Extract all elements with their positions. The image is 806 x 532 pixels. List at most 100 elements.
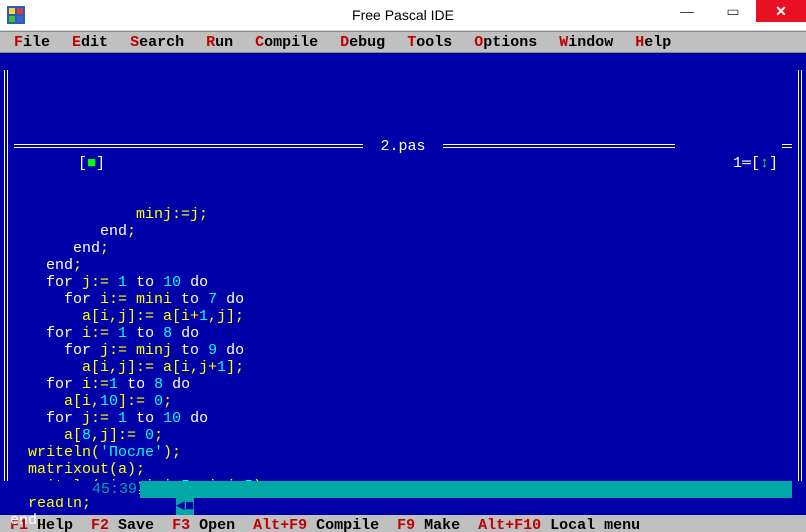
menu-label-rest: ile (23, 34, 50, 51)
menu-label-rest: elp (644, 34, 671, 51)
code-token: 1 (118, 274, 127, 291)
code-token: do (190, 410, 208, 427)
code-line[interactable]: end; (10, 223, 806, 240)
code-line[interactable]: matrixout(a); (10, 461, 806, 478)
maximize-button[interactable]: ▭ (710, 0, 756, 22)
menu-item-edit[interactable]: Edit (72, 34, 108, 51)
code-token: end (46, 257, 73, 274)
menu-item-window[interactable]: Window (559, 34, 613, 51)
code-token: 0 (145, 427, 154, 444)
menu-hotkey: C (255, 34, 264, 51)
window-controls: — ▭ ✕ (664, 0, 806, 30)
cursor-position: 45:39 (72, 481, 137, 498)
menu-hotkey: S (130, 34, 139, 51)
code-token (199, 291, 208, 308)
menu-item-options[interactable]: Options (474, 34, 537, 51)
menu-bar: File Edit Search Run Compile Debug Tools Option… (0, 31, 806, 53)
code-token: do (172, 376, 190, 393)
menu-item-file[interactable]: File (14, 34, 50, 51)
code-token (127, 274, 136, 291)
code-token: minj:=j; (136, 206, 208, 223)
menu-label-rest: earch (139, 34, 184, 51)
code-line[interactable]: a[i,j]:= a[i,j+1]; (10, 359, 806, 376)
code-token: 8 (163, 325, 172, 342)
code-line[interactable]: minj:=j; (10, 206, 806, 223)
code-token: ; (127, 223, 136, 240)
code-token (10, 325, 46, 342)
scroll-thumb[interactable]: ■ (185, 498, 194, 515)
horizontal-scrollbar[interactable]: ◄■ (140, 481, 792, 498)
code-token: for (64, 342, 91, 359)
editor-frame-top: [■] 2.pas 1═[↕] (0, 138, 806, 155)
code-token: ,j]; (208, 308, 244, 325)
menu-item-run[interactable]: Run (206, 34, 233, 51)
code-line[interactable]: a[i,j]:= a[i+1,j]; (10, 308, 806, 325)
window-titlebar: Free Pascal IDE — ▭ ✕ (0, 0, 806, 31)
code-token: . (37, 512, 46, 529)
code-token: 10 (163, 274, 181, 291)
code-token (163, 376, 172, 393)
code-token: i:= mini (91, 291, 181, 308)
code-token: to (136, 410, 154, 427)
menu-item-help[interactable]: Help (635, 34, 671, 51)
code-line[interactable]: writeln('После'); (10, 444, 806, 461)
code-token (127, 325, 136, 342)
minimize-button[interactable]: — (664, 0, 710, 22)
bracket-r: ] (96, 155, 105, 172)
code-line[interactable]: a[i,10]:= 0; (10, 393, 806, 410)
code-token (10, 291, 64, 308)
code-token: 1 (217, 359, 226, 376)
code-token: for (46, 376, 73, 393)
menu-hotkey: F (14, 34, 23, 51)
code-line[interactable]: for j:= minj to 9 do (10, 342, 806, 359)
bracket-l: [ (78, 155, 87, 172)
resize-icon: ↕ (760, 155, 769, 172)
editor-window: [■] 2.pas 1═[↕] minj:=j; end; end; end; … (0, 53, 806, 515)
menu-item-compile[interactable]: Compile (255, 34, 318, 51)
code-token: 10 (163, 410, 181, 427)
code-token: i:= (73, 325, 118, 342)
close-button[interactable]: ✕ (756, 0, 806, 22)
code-line[interactable]: for j:= 1 to 10 do (10, 274, 806, 291)
code-token: a[i,j]:= a[i+ (10, 308, 199, 325)
code-line[interactable]: end; (10, 257, 806, 274)
menu-label-rest: ebug (349, 34, 385, 51)
code-token: do (226, 342, 244, 359)
menu-label-rest: ompile (264, 34, 318, 51)
code-line[interactable]: end. (10, 512, 806, 529)
code-token: end (10, 512, 37, 529)
code-token: ; (163, 393, 172, 410)
code-token: for (46, 410, 73, 427)
code-token: ,j]:= (91, 427, 145, 444)
code-token (154, 410, 163, 427)
code-token: ]:= (118, 393, 154, 410)
menu-item-search[interactable]: Search (130, 34, 184, 51)
code-line[interactable]: for j:= 1 to 10 do (10, 410, 806, 427)
menu-label-rest: un (215, 34, 233, 51)
code-line[interactable]: for i:=1 to 8 do (10, 376, 806, 393)
code-token (10, 274, 46, 291)
code-token (10, 410, 46, 427)
code-token (10, 240, 73, 257)
editor-close-box[interactable]: [■] (24, 138, 105, 189)
code-line[interactable]: end; (10, 240, 806, 257)
code-token: matrixout(a); (10, 461, 145, 478)
editor-window-number[interactable]: 1═[↕] (675, 138, 782, 189)
code-line[interactable]: for i:= mini to 7 do (10, 291, 806, 308)
menu-label-rest: ools (416, 34, 452, 51)
code-token: ]; (226, 359, 244, 376)
code-token: for (64, 291, 91, 308)
code-token: to (136, 325, 154, 342)
scroll-left-icon[interactable]: ◄ (176, 498, 185, 515)
code-line[interactable]: a[8,j]:= 0; (10, 427, 806, 444)
menu-item-debug[interactable]: Debug (340, 34, 385, 51)
frame-right (798, 70, 802, 481)
code-token: ; (154, 427, 163, 444)
code-token: to (127, 376, 145, 393)
code-line[interactable]: for i:= 1 to 8 do (10, 325, 806, 342)
code-token (181, 274, 190, 291)
code-token: ; (73, 257, 82, 274)
code-token (154, 274, 163, 291)
menu-item-tools[interactable]: Tools (407, 34, 452, 51)
code-token: a[i,j]:= a[i,j+ (10, 359, 217, 376)
